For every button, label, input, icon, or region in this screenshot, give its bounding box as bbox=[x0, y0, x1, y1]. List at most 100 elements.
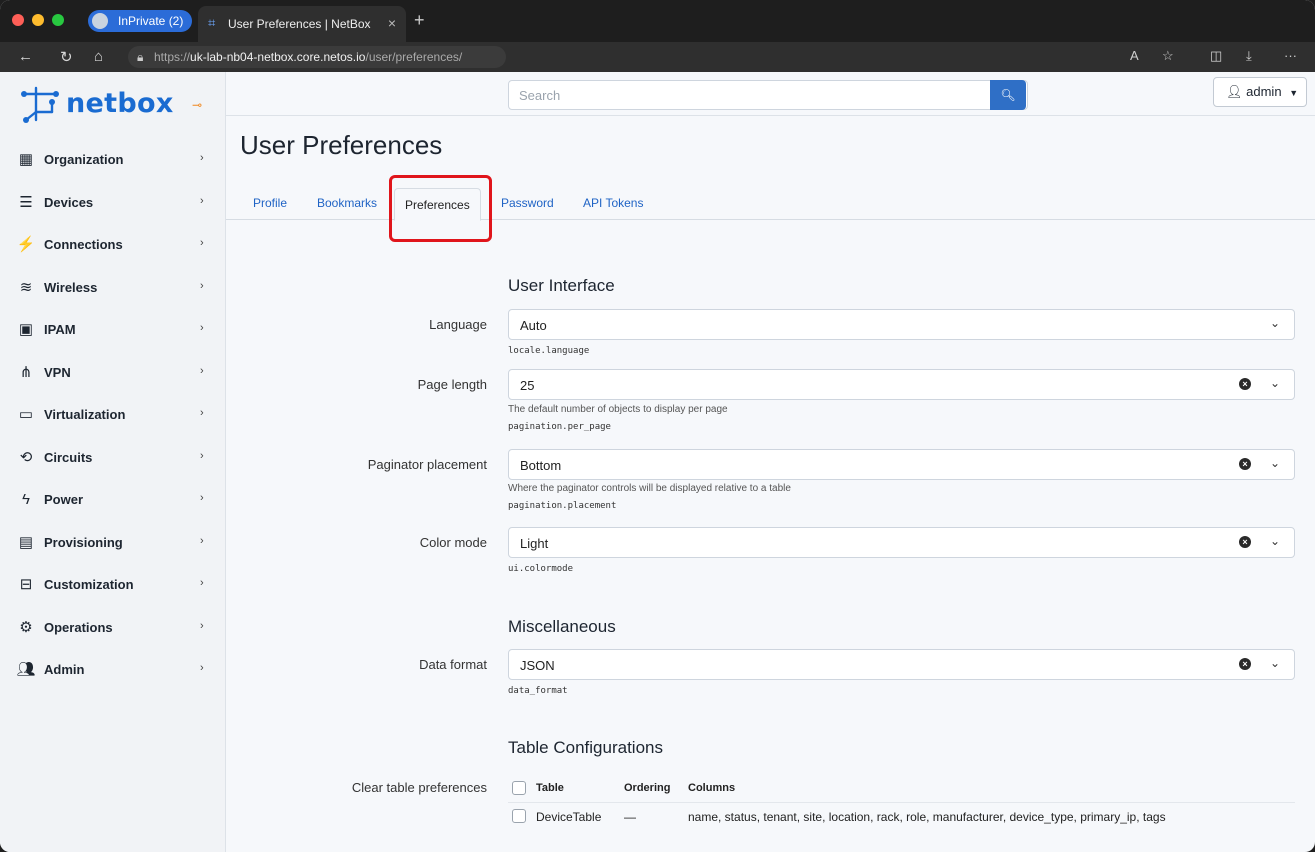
address-bar-row: ← ↻ ⌂ 🔒︎ https://uk-lab-nb04-netbox.core… bbox=[0, 42, 1315, 72]
sidebar-item-wireless[interactable]: ≋ Wireless › bbox=[0, 268, 226, 308]
data-format-value: JSON bbox=[520, 658, 555, 673]
sidebar-item-operations[interactable]: ⚙ Operations › bbox=[0, 608, 226, 648]
sidebar: netbox ⊸ ▦ Organization › ☰ Devices › ⚡ Connect… bbox=[0, 72, 226, 852]
server-icon: ☰ bbox=[19, 193, 33, 211]
url-scheme: https:// bbox=[154, 50, 191, 64]
sidebar-item-label: Operations bbox=[44, 619, 113, 635]
browser-window: InPrivate (2) ⌗ User Preferences | NetBo… bbox=[0, 0, 1315, 852]
downloads-icon[interactable]: ⤓ bbox=[1246, 48, 1252, 64]
tab-profile[interactable]: Profile bbox=[253, 196, 287, 210]
lock-icon: 🔒︎ bbox=[137, 50, 144, 64]
row-table-name: DeviceTable bbox=[536, 810, 602, 824]
monitor-icon: ▭ bbox=[18, 406, 34, 423]
inprivate-badge[interactable]: InPrivate (2) bbox=[88, 10, 192, 32]
sidebar-item-power[interactable]: ϟ Power › bbox=[0, 480, 226, 520]
data-format-key: data_format bbox=[508, 686, 568, 696]
section-miscellaneous: Miscellaneous bbox=[508, 617, 616, 636]
clear-icon[interactable]: × bbox=[1239, 458, 1251, 470]
paginator-select[interactable]: Bottom × ⌄ bbox=[508, 449, 1295, 480]
search-button[interactable]: 🔍︎ bbox=[990, 80, 1026, 110]
clear-icon[interactable]: × bbox=[1239, 378, 1251, 390]
read-aloud-icon[interactable]: A bbox=[1130, 48, 1139, 63]
top-header: 🔍︎ 👤︎ admin ▼ bbox=[226, 72, 1315, 116]
language-key: locale.language bbox=[508, 346, 590, 356]
sidebar-item-label: Virtualization bbox=[44, 407, 126, 422]
back-icon[interactable]: ← bbox=[18, 48, 33, 65]
home-icon[interactable]: ⌂ bbox=[94, 48, 103, 65]
row-ordering: — bbox=[624, 810, 636, 824]
sidebar-item-label: Devices bbox=[44, 194, 94, 210]
row-columns: name, status, tenant, site, location, ra… bbox=[688, 810, 1166, 824]
reload-icon[interactable]: ↻ bbox=[60, 48, 73, 66]
search-input[interactable] bbox=[509, 81, 989, 109]
sidebar-item-connections[interactable]: ⚡ Connections › bbox=[0, 225, 226, 265]
tab-bookmarks[interactable]: Bookmarks bbox=[317, 196, 377, 210]
color-mode-value: Light bbox=[520, 536, 549, 551]
sidebar-item-circuits[interactable]: ⟲ Circuits › bbox=[0, 438, 226, 478]
sidebar-item-vpn[interactable]: ⋔ VPN › bbox=[0, 353, 226, 393]
sidebar-item-ipam[interactable]: ▣ IPAM › bbox=[0, 310, 226, 350]
new-tab-icon[interactable]: + bbox=[414, 10, 425, 31]
sidebar-item-provisioning[interactable]: ▤ Provisioning › bbox=[0, 523, 226, 563]
toolbox-icon: ⊟ bbox=[19, 576, 33, 593]
sidebar-item-customization[interactable]: ⊟ Customization › bbox=[0, 565, 226, 605]
building-icon: ▦ bbox=[18, 151, 34, 168]
more-menu-icon[interactable]: ··· bbox=[1284, 48, 1297, 63]
sidebar-item-label: IPAM bbox=[44, 322, 76, 337]
table-divider bbox=[508, 802, 1295, 803]
row-checkbox[interactable] bbox=[512, 809, 526, 823]
color-mode-label: Color mode bbox=[419, 535, 487, 550]
page-length-value: 25 bbox=[520, 378, 535, 393]
circuit-icon: ⟲ bbox=[19, 448, 33, 466]
browser-tab-active[interactable]: ⌗ User Preferences | NetBox × bbox=[198, 6, 406, 42]
data-format-select[interactable]: JSON × ⌄ bbox=[508, 649, 1295, 680]
page-length-help: The default number of objects to display… bbox=[508, 404, 728, 415]
page-length-select[interactable]: 25 × ⌄ bbox=[508, 369, 1295, 400]
close-tab-icon[interactable]: × bbox=[388, 15, 396, 31]
favorite-star-icon[interactable]: ☆ bbox=[1162, 48, 1174, 64]
data-format-label: Data format bbox=[419, 657, 487, 672]
sidebar-item-admin[interactable]: 👥︎ Admin › bbox=[0, 650, 226, 690]
sidebar-item-organization[interactable]: ▦ Organization › bbox=[0, 140, 226, 180]
color-mode-key: ui.colormode bbox=[508, 564, 574, 574]
language-select[interactable]: Auto ⌄ bbox=[508, 309, 1295, 340]
maximize-window-button[interactable] bbox=[52, 14, 64, 26]
clear-table-preferences-label: Clear table preferences bbox=[351, 780, 487, 795]
paginator-value: Bottom bbox=[520, 458, 562, 473]
chevron-down-icon: ⌄ bbox=[1269, 316, 1280, 330]
sidebar-item-devices[interactable]: ☰ Devices › bbox=[0, 183, 226, 223]
chevron-right-icon: › bbox=[200, 322, 204, 334]
user-menu-button[interactable]: 👤︎ admin ▼ bbox=[1213, 77, 1307, 107]
users-icon: 👥︎ bbox=[16, 661, 36, 678]
clear-icon[interactable]: × bbox=[1239, 658, 1251, 670]
user-menu-label: admin bbox=[1246, 84, 1282, 99]
sidebar-item-virtualization[interactable]: ▭ Virtualization › bbox=[0, 395, 226, 435]
pin-sidebar-icon[interactable]: ⊸ bbox=[192, 98, 202, 112]
sidebar-item-label: VPN bbox=[44, 364, 71, 380]
page-title: User Preferences bbox=[240, 130, 443, 160]
split-screen-icon[interactable]: ◫ bbox=[1210, 48, 1222, 64]
column-header-columns: Columns bbox=[688, 782, 736, 794]
language-label: Language bbox=[429, 317, 487, 332]
plug-icon: ⚡ bbox=[16, 236, 36, 253]
chevron-down-icon: ⌄ bbox=[1269, 456, 1280, 470]
section-user-interface: User Interface bbox=[508, 276, 615, 295]
chevron-right-icon: › bbox=[200, 534, 204, 547]
chevron-down-icon: ▼ bbox=[1289, 88, 1299, 98]
search-box bbox=[508, 80, 1028, 110]
tab-api-tokens[interactable]: API Tokens bbox=[583, 196, 643, 210]
chevron-down-icon: ⌄ bbox=[1269, 534, 1280, 548]
tab-password[interactable]: Password bbox=[501, 196, 554, 210]
close-window-button[interactable] bbox=[12, 14, 24, 26]
power-icon: ϟ bbox=[22, 491, 30, 508]
chevron-down-icon: ⌄ bbox=[1269, 376, 1280, 390]
ip-icon: ▣ bbox=[18, 321, 34, 338]
clear-icon[interactable]: × bbox=[1239, 536, 1251, 548]
url-field[interactable]: 🔒︎ https://uk-lab-nb04-netbox.core.netos… bbox=[128, 46, 506, 68]
wifi-icon: ≋ bbox=[19, 278, 33, 296]
minimize-window-button[interactable] bbox=[32, 14, 44, 26]
sidebar-item-label: Connections bbox=[44, 237, 123, 252]
chevron-right-icon: › bbox=[200, 279, 204, 292]
color-mode-select[interactable]: Light × ⌄ bbox=[508, 527, 1295, 558]
select-all-checkbox[interactable] bbox=[512, 781, 526, 795]
